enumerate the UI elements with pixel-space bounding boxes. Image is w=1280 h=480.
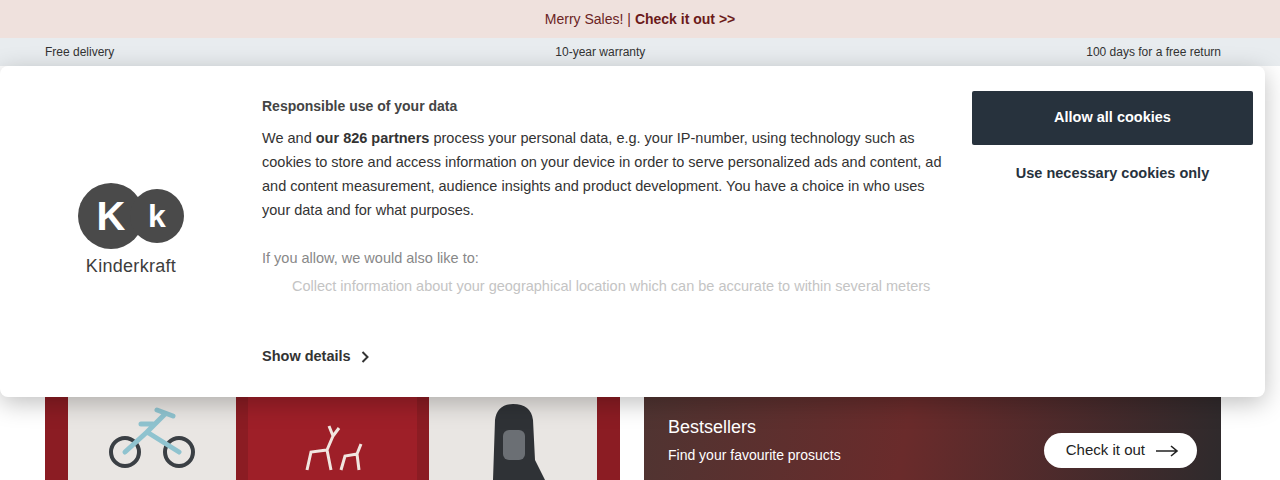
partners-link[interactable]: our 826 partners	[316, 130, 430, 146]
logo-name: Kinderkraft	[86, 253, 176, 280]
check-it-out-button[interactable]: Check it out	[1044, 433, 1197, 468]
logo: K k Kinderkraft	[0, 66, 262, 397]
usp-item: 10-year warranty	[555, 43, 645, 61]
banner-subtitle: Find your favourite prosucts	[668, 446, 841, 464]
logo-mark: K k	[78, 183, 184, 249]
usp-item: Free delivery	[45, 43, 114, 61]
promo-link[interactable]: Check it out >>	[635, 9, 735, 30]
bike-icon	[107, 402, 197, 472]
car-seat-icon	[473, 400, 553, 480]
intro-text: We and	[262, 130, 316, 146]
logo-letter: k	[130, 189, 184, 243]
banner-title: Bestsellers	[668, 416, 841, 438]
dialog-intro: We and our 826 partners process your per…	[262, 126, 952, 222]
dialog-text: Responsible use of your data We and our …	[262, 66, 952, 397]
deer-icon	[297, 422, 367, 472]
show-details-button[interactable]: Show details	[262, 346, 369, 368]
button-label: Show details	[262, 346, 351, 368]
button-label: Check it out	[1066, 439, 1145, 462]
arrow-right-icon	[1155, 445, 1179, 457]
allow-all-button[interactable]: Allow all cookies	[972, 91, 1253, 145]
necessary-only-button[interactable]: Use necessary cookies only	[972, 151, 1253, 197]
banner-text: Bestsellers Find your favourite prosucts	[668, 416, 841, 468]
chevron-right-icon	[361, 351, 369, 363]
dialog-title: Responsible use of your data	[262, 96, 952, 116]
promo-bar: Merry Sales! | Check it out >>	[0, 0, 1280, 38]
purpose-item: Collect information about your geographi…	[292, 274, 952, 298]
dialog-actions: Allow all cookies Use necessary cookies …	[972, 66, 1253, 397]
promo-text: Merry Sales! |	[545, 9, 631, 30]
usp-item: 100 days for a free return	[1086, 43, 1221, 61]
usp-bar: Free delivery 10-year warranty 100 days …	[0, 38, 1280, 66]
allow-label: If you allow, we would also like to:	[262, 246, 952, 270]
purpose-list: Collect information about your geographi…	[262, 270, 952, 322]
cookie-dialog: K k Kinderkraft Responsible use of your …	[0, 66, 1265, 397]
